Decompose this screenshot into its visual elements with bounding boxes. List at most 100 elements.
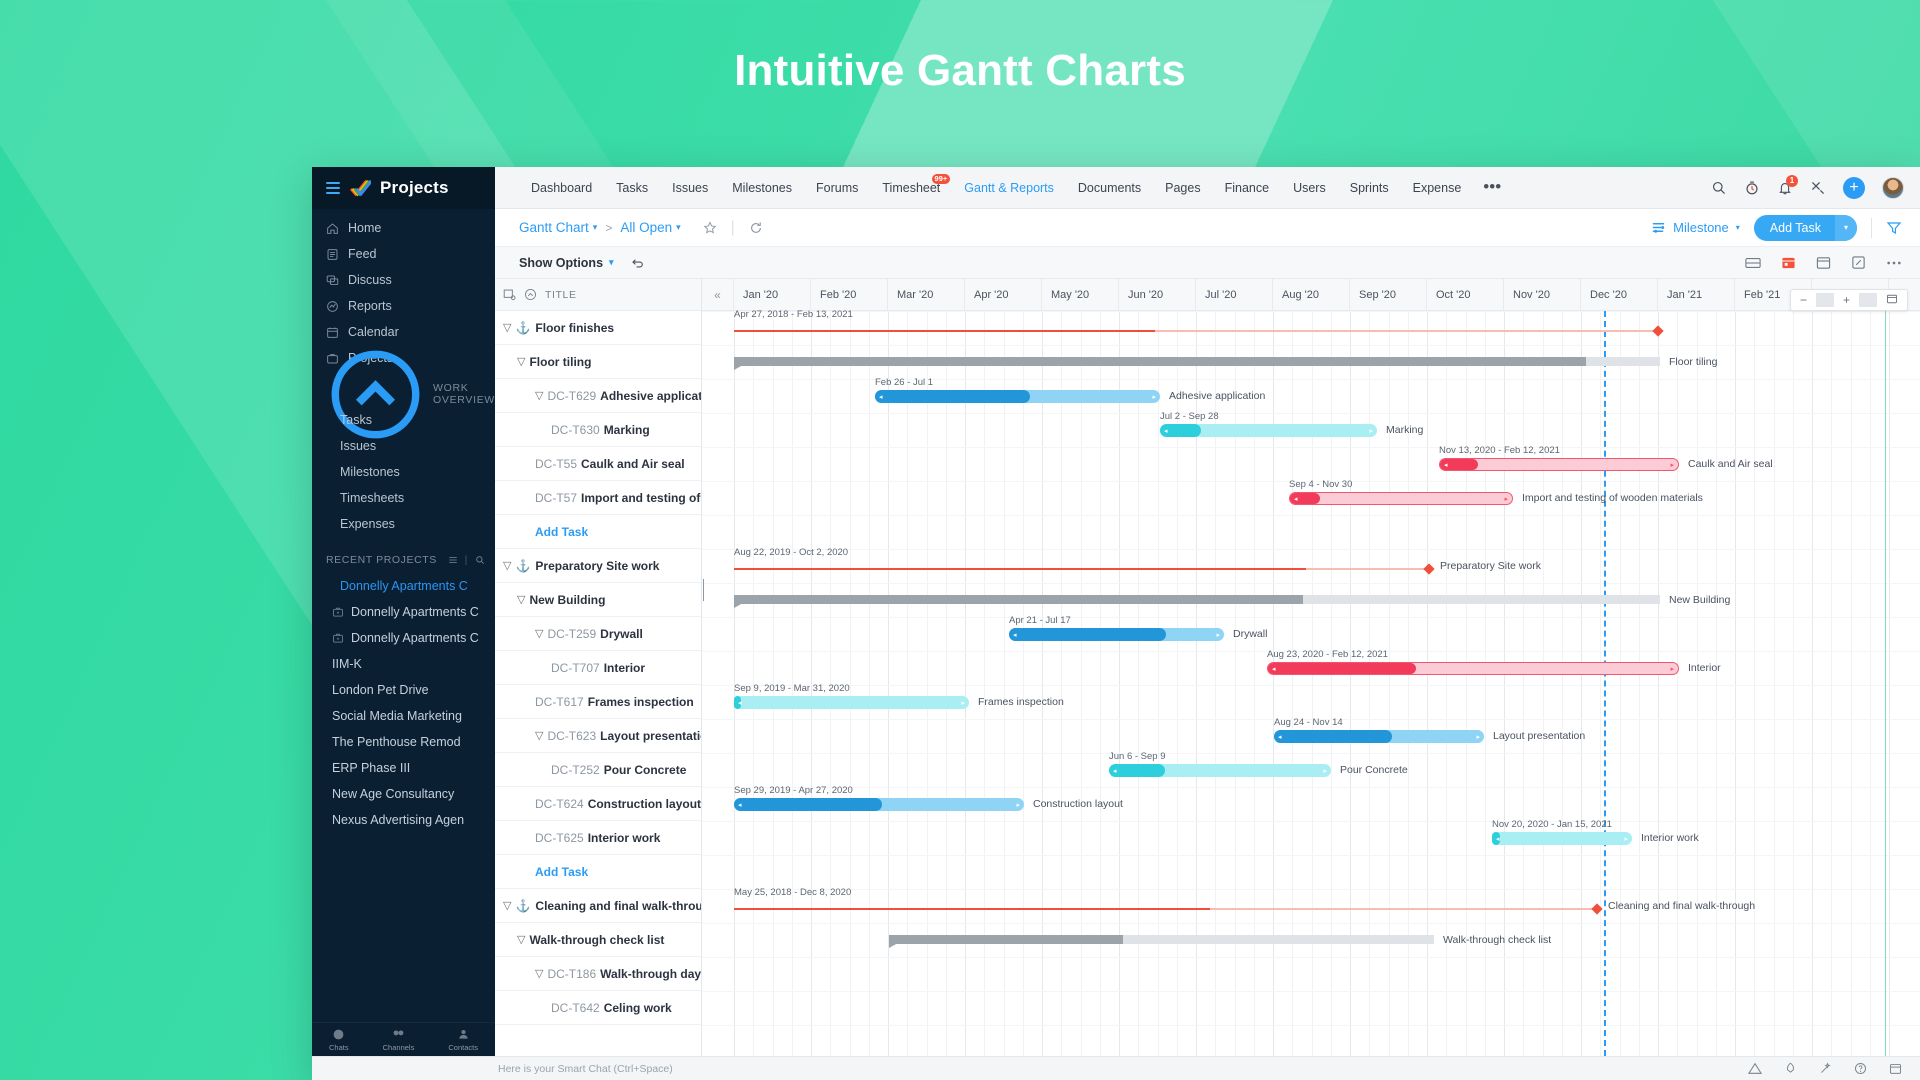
sidebar-project-item[interactable]: The Penthouse Remod — [312, 729, 495, 755]
undo-icon[interactable] — [630, 255, 645, 270]
nav-item-gantt-reports[interactable]: Gantt & Reports — [952, 181, 1066, 195]
task-bar[interactable]: ◂ ▸ — [734, 696, 969, 709]
zoom-in-button[interactable]: + — [1834, 293, 1859, 307]
nav-item-documents[interactable]: Documents — [1066, 181, 1153, 195]
sidebar-item-milestones[interactable]: Milestones — [312, 459, 495, 485]
timeline-prev-button[interactable]: « — [702, 279, 734, 310]
sidebar-footer-channels[interactable]: Channels — [383, 1028, 414, 1052]
task-bar[interactable]: ◂ ▸ — [1160, 424, 1377, 437]
add-task-button[interactable]: Add Task ▾ — [1753, 214, 1857, 241]
sidebar-item-home[interactable]: Home — [312, 215, 495, 241]
sidebar-item-expenses[interactable]: Expenses — [312, 511, 495, 537]
collapse-toggle-icon[interactable]: ▽ — [503, 559, 511, 572]
task-bar[interactable]: ◂ ▸ — [1274, 730, 1484, 743]
task-bar[interactable]: ◂ ▸ — [1439, 458, 1679, 471]
nav-overflow-button[interactable]: ••• — [1473, 178, 1511, 195]
nav-item-tasks[interactable]: Tasks — [604, 181, 660, 195]
task-row[interactable]: ▽ Floor tiling — [495, 345, 701, 379]
task-bar[interactable]: ◂ ▸ — [1492, 832, 1632, 845]
task-row[interactable]: DC-T57Import and testing of wood — [495, 481, 701, 515]
funnel-icon[interactable] — [1886, 220, 1902, 236]
sidebar-footer-chats[interactable]: Chats — [329, 1028, 349, 1052]
task-row[interactable]: DC-T625 Interior work — [495, 821, 701, 855]
collapse-toggle-icon[interactable]: ▽ — [535, 967, 543, 980]
nav-item-milestones[interactable]: Milestones — [720, 181, 804, 195]
list-icon[interactable] — [448, 555, 458, 565]
task-row[interactable]: ▽ DC-T629Adhesive application — [495, 379, 701, 413]
task-row[interactable]: ▽ DC-T623Layout presentation — [495, 719, 701, 753]
magic-icon[interactable] — [1819, 1062, 1832, 1075]
sidebar-project-item[interactable]: ERP Phase III — [312, 755, 495, 781]
summary-bar[interactable] — [734, 357, 1660, 370]
show-options-button[interactable]: Show Options ▾ — [519, 256, 614, 270]
task-row[interactable]: ▽ Walk-through check list — [495, 923, 701, 957]
task-bar[interactable]: ◂ ▸ — [875, 390, 1160, 403]
sidebar-project-item[interactable]: New Age Consultancy — [312, 781, 495, 807]
sidebar-project-item[interactable]: Nexus Advertising Agen — [312, 807, 495, 833]
nav-item-timesheet[interactable]: Timesheet 99+ — [870, 173, 952, 195]
rocket-icon[interactable] — [1784, 1062, 1797, 1075]
nav-item-issues[interactable]: Issues — [660, 181, 720, 195]
nav-item-expense[interactable]: Expense — [1401, 181, 1474, 195]
task-row[interactable]: DC-T642 Celing work — [495, 991, 701, 1025]
alert-icon[interactable] — [1748, 1062, 1762, 1075]
task-row[interactable]: ▽ DC-T186Walk-through day plan — [495, 957, 701, 991]
sidebar-project-item[interactable]: IIM-K — [312, 651, 495, 677]
calendar-icon[interactable] — [1889, 1062, 1902, 1075]
sidebar-project-item[interactable]: London Pet Drive — [312, 677, 495, 703]
refresh-icon[interactable] — [749, 221, 763, 235]
milestone-filter-button[interactable]: Milestone ▾ — [1651, 220, 1740, 235]
collapse-toggle-icon[interactable]: ▽ — [503, 321, 511, 334]
task-row[interactable]: DC-T617 Frames inspection — [495, 685, 701, 719]
summary-bar[interactable] — [889, 935, 1434, 948]
task-row[interactable]: ▽ ⚓ Preparatory Site work — [495, 549, 701, 583]
breadcrumb-filter[interactable]: All Open — [620, 220, 672, 235]
task-row[interactable]: DC-T630 Marking — [495, 413, 701, 447]
collapse-toggle-icon[interactable]: ▽ — [517, 933, 525, 946]
fit-icon[interactable] — [1877, 293, 1907, 308]
chevron-down-icon[interactable]: ▾ — [593, 222, 598, 233]
nav-item-dashboard[interactable]: Dashboard — [519, 181, 604, 195]
smart-chat-input[interactable]: Here is your Smart Chat (Ctrl+Space) — [498, 1063, 673, 1075]
task-bar[interactable]: ◂ ▸ — [734, 798, 1024, 811]
sidebar-project-item[interactable]: Donnelly Apartments C — [312, 625, 495, 651]
add-task-row[interactable]: Add Task — [495, 855, 701, 889]
sidebar-footer-contacts[interactable]: Contacts — [448, 1028, 478, 1052]
task-row[interactable]: ▽ ⚓ Floor finishes — [495, 311, 701, 345]
avatar[interactable] — [1882, 176, 1904, 199]
collapse-toggle-icon[interactable]: ▽ — [535, 627, 543, 640]
collapse-all-icon[interactable] — [524, 288, 537, 301]
star-icon[interactable] — [703, 220, 717, 235]
task-row[interactable]: DC-T707 Interior — [495, 651, 701, 685]
sidebar-item-discuss[interactable]: Discuss — [312, 267, 495, 293]
calendar-red-icon[interactable] — [1781, 255, 1796, 270]
search-icon[interactable] — [1711, 180, 1727, 196]
summary-bar[interactable] — [734, 595, 1660, 608]
collapse-toggle-icon[interactable]: ▽ — [517, 355, 525, 368]
sidebar-project-item[interactable]: Donnelly Apartments C — [312, 599, 495, 625]
collapse-toggle-icon[interactable]: ▽ — [535, 729, 543, 742]
tools-icon[interactable] — [1810, 180, 1826, 196]
task-row[interactable]: DC-T55 Caulk and Air seal — [495, 447, 701, 481]
sidebar-item-reports[interactable]: Reports — [312, 293, 495, 319]
nav-item-forums[interactable]: Forums — [804, 181, 870, 195]
panel-resizer[interactable] — [702, 579, 706, 601]
sidebar-item-timesheets[interactable]: Timesheets — [312, 485, 495, 511]
hamburger-menu-icon[interactable] — [326, 182, 340, 194]
chevron-down-icon[interactable]: ▾ — [676, 222, 681, 233]
task-row[interactable]: ▽ New Building — [495, 583, 701, 617]
task-row[interactable]: ▽ DC-T259 Drywall — [495, 617, 701, 651]
zoom-out-button[interactable]: − — [1791, 293, 1816, 307]
more-icon[interactable] — [1886, 260, 1902, 266]
task-bar[interactable]: ◂ ▸ — [1267, 662, 1679, 675]
milestone-bar[interactable] — [734, 325, 1664, 337]
calendar-icon[interactable] — [1816, 255, 1831, 270]
help-icon[interactable] — [1854, 1062, 1867, 1075]
sidebar-section-work-overview[interactable]: WORK OVERVIEW — [312, 350, 495, 438]
nav-item-pages[interactable]: Pages — [1153, 181, 1212, 195]
sidebar-item-calendar[interactable]: Calendar — [312, 319, 495, 345]
nav-item-sprints[interactable]: Sprints — [1338, 181, 1401, 195]
task-row[interactable]: ▽ ⚓ Cleaning and final walk-through — [495, 889, 701, 923]
collapse-toggle-icon[interactable]: ▽ — [535, 389, 543, 402]
add-icon[interactable]: + — [1843, 176, 1865, 199]
